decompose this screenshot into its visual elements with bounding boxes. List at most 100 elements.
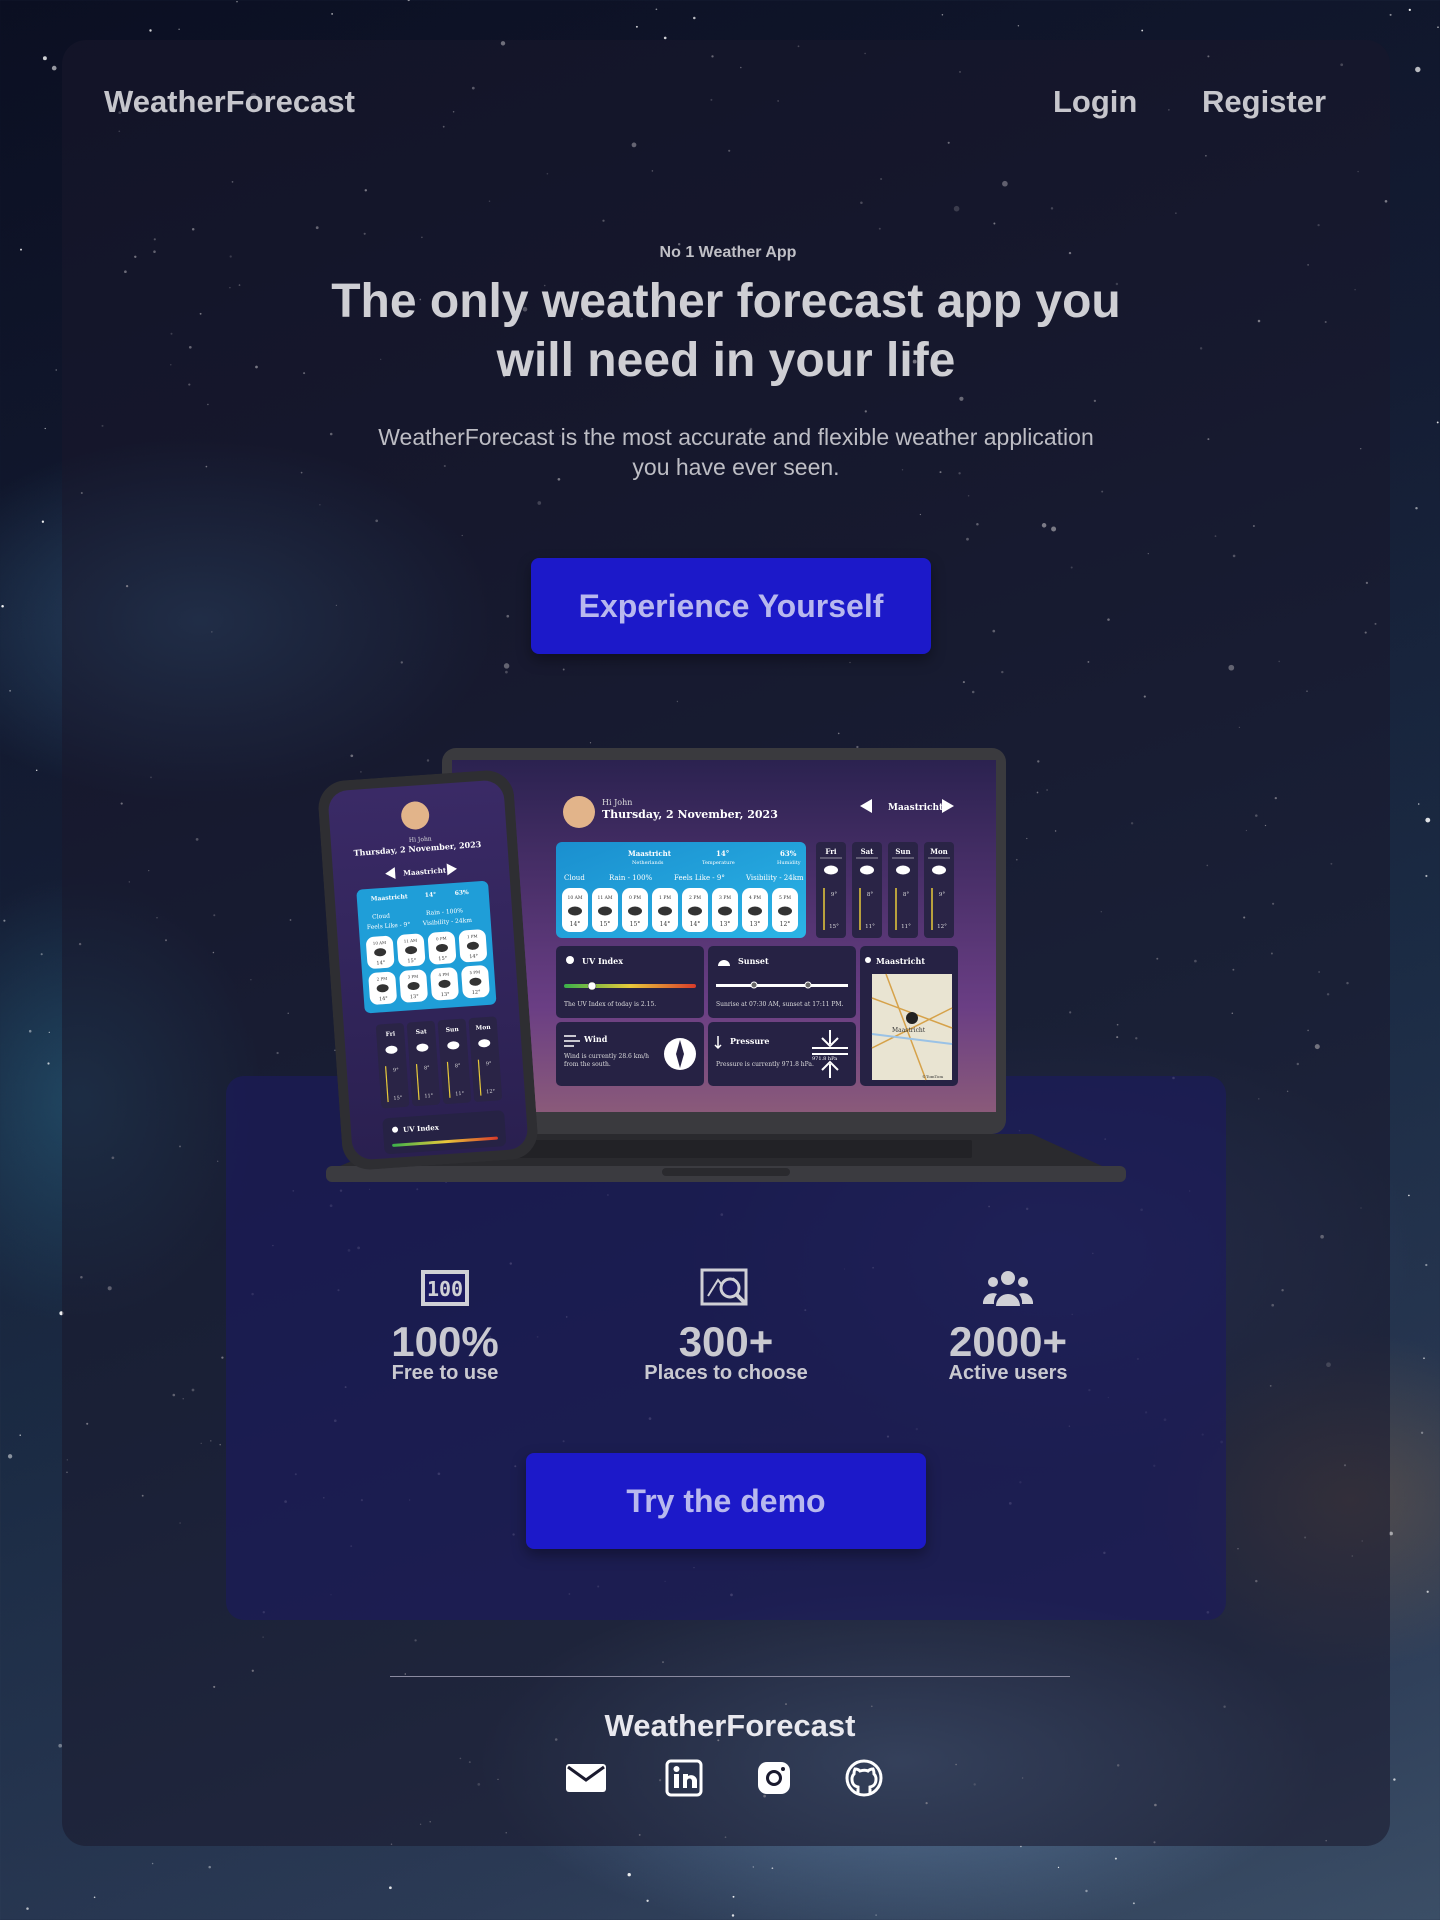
mock-card-humidity-label: Humidity: [777, 860, 801, 866]
stat-label: Free to use: [391, 1362, 499, 1384]
star: [875, 1914, 877, 1916]
mock-hourly-time: 4 PM: [749, 895, 761, 901]
instagram-icon[interactable]: [754, 1758, 794, 1798]
phone-card-temp: 14°: [425, 891, 437, 899]
mock-card-humidity: 63%: [780, 849, 797, 858]
mock-hourly-pill: 11 AM 15°: [592, 888, 618, 932]
phone-hourly-temp: 13°: [410, 994, 420, 1001]
star: [731, 1914, 735, 1917]
mock-wind-title: Wind: [583, 1034, 608, 1044]
mock-pressure-value: 971.8 hPa: [812, 1056, 837, 1062]
star: [655, 8, 658, 11]
mail-icon[interactable]: [566, 1758, 606, 1798]
phone-hourly-pill: 11 AM 15°: [397, 933, 426, 967]
rain-cloud-icon: [932, 865, 946, 875]
phone-hourly-pill: 0 PM 15°: [427, 931, 457, 965]
mock-hourly-pill: 5 PM 12°: [772, 888, 798, 932]
mock-pressure-text: Pressure is currently 971.8 hPa.: [716, 1061, 814, 1068]
mock-hourly-time: 2 PM: [689, 895, 701, 901]
mock-hourly-pill: 0 PM 15°: [622, 888, 648, 932]
star: [208, 1865, 211, 1869]
phone-daily-column: Sun 8° 11°: [437, 1018, 472, 1104]
star: [7, 1454, 13, 1459]
svg-text:100: 100: [427, 1277, 463, 1301]
phone-daily-high: 11°: [424, 1093, 434, 1100]
phone-daily-day: Fri: [385, 1030, 396, 1038]
star: [1408, 8, 1411, 12]
star: [236, 1, 238, 3]
phone-daily-low: 9°: [393, 1067, 400, 1073]
star: [48, 1031, 50, 1034]
phone-hourly-temp: 12°: [472, 989, 482, 996]
try-demo-button[interactable]: Try the demo: [526, 1453, 926, 1549]
star: [693, 16, 696, 20]
star: [35, 769, 38, 772]
phone-mockup: Hi John Thursday, 2 November, 2023 Maast…: [318, 770, 538, 1170]
phone-hourly-temp: 14°: [376, 960, 386, 967]
phone-daily-day: Sun: [445, 1026, 459, 1034]
phone-hourly-time: 5 PM: [469, 969, 480, 975]
cloud-icon: [718, 906, 732, 916]
github-icon[interactable]: [844, 1758, 884, 1798]
rain-cloud-icon: [860, 865, 874, 875]
register-link[interactable]: Register: [1202, 84, 1326, 120]
linkedin-icon[interactable]: [664, 1758, 704, 1798]
mock-map-play-icon: [906, 1012, 918, 1024]
cloud-icon: [568, 906, 582, 916]
mock-card-temp-label: Temperature: [702, 860, 735, 866]
mock-card-city: Maastricht: [628, 849, 672, 858]
mock-hourly-pill: 10 AM 14°: [562, 888, 588, 932]
stat-label: Active users: [948, 1362, 1068, 1384]
star: [44, 427, 46, 430]
phone-hourly-pill: 5 PM 12°: [461, 965, 490, 999]
footer-brand[interactable]: WeatherForecast: [0, 1708, 1440, 1744]
login-link[interactable]: Login: [1053, 84, 1137, 120]
map-search-icon: [700, 1268, 748, 1306]
cloud-icon: [598, 906, 612, 916]
mock-daily-high: 15°: [829, 924, 839, 930]
mock-hourly-time: 10 AM: [567, 895, 582, 901]
star: [663, 36, 667, 40]
mock-daily-column: Sun 8° 11°: [888, 842, 918, 938]
stat-label: Places to choose: [644, 1362, 808, 1384]
phone-hourly-temp: 14°: [469, 953, 479, 960]
cloud-icon: [658, 906, 672, 916]
star: [149, 29, 152, 32]
star: [635, 25, 638, 28]
experience-yourself-button[interactable]: Experience Yourself: [531, 558, 931, 654]
star: [1437, 26, 1439, 28]
star: [1425, 1263, 1428, 1267]
mock-greeting: Hi John: [602, 798, 632, 807]
brand-logo[interactable]: WeatherForecast: [104, 84, 355, 120]
phone-hourly-time: 4 PM: [438, 972, 449, 978]
rain-cloud-icon: [896, 865, 910, 875]
star: [732, 1895, 735, 1898]
star: [407, 0, 410, 2]
mock-wind-text-2: from the south.: [564, 1061, 611, 1068]
mock-map-city: Maastricht: [892, 1027, 926, 1034]
star: [1, 605, 4, 608]
mock-daily-high: 12°: [937, 924, 947, 930]
star: [1436, 421, 1439, 424]
stat-places: 300+ Places to choose: [606, 1266, 846, 1384]
star: [1425, 874, 1428, 878]
mock-daily-high: 11°: [901, 924, 911, 930]
mock-daily-day: Mon: [930, 847, 948, 856]
mock-daily-low: 9°: [831, 892, 837, 898]
star: [646, 1899, 649, 1902]
star: [9, 689, 12, 692]
phone-card-humidity: 63%: [454, 889, 469, 897]
mock-cond-0: Cloud: [564, 874, 585, 882]
mock-hourly-pill: 4 PM 13°: [742, 888, 768, 932]
phone-daily-column: Mon 9° 12°: [468, 1016, 502, 1102]
mock-daily-column: Mon 9° 12°: [924, 842, 954, 938]
mock-pin-icon: [865, 957, 871, 963]
star: [1393, 1778, 1396, 1781]
mock-cond-1: Rain - 100%: [609, 874, 653, 882]
star: [1420, 1431, 1424, 1434]
mock-hourly-temp: 14°: [570, 921, 581, 928]
users-icon: [982, 1271, 1034, 1306]
mock-daily-low: 9°: [939, 892, 945, 898]
phone-hourly-time: 3 PM: [407, 974, 418, 980]
phone-daily-low: 8°: [424, 1065, 431, 1071]
